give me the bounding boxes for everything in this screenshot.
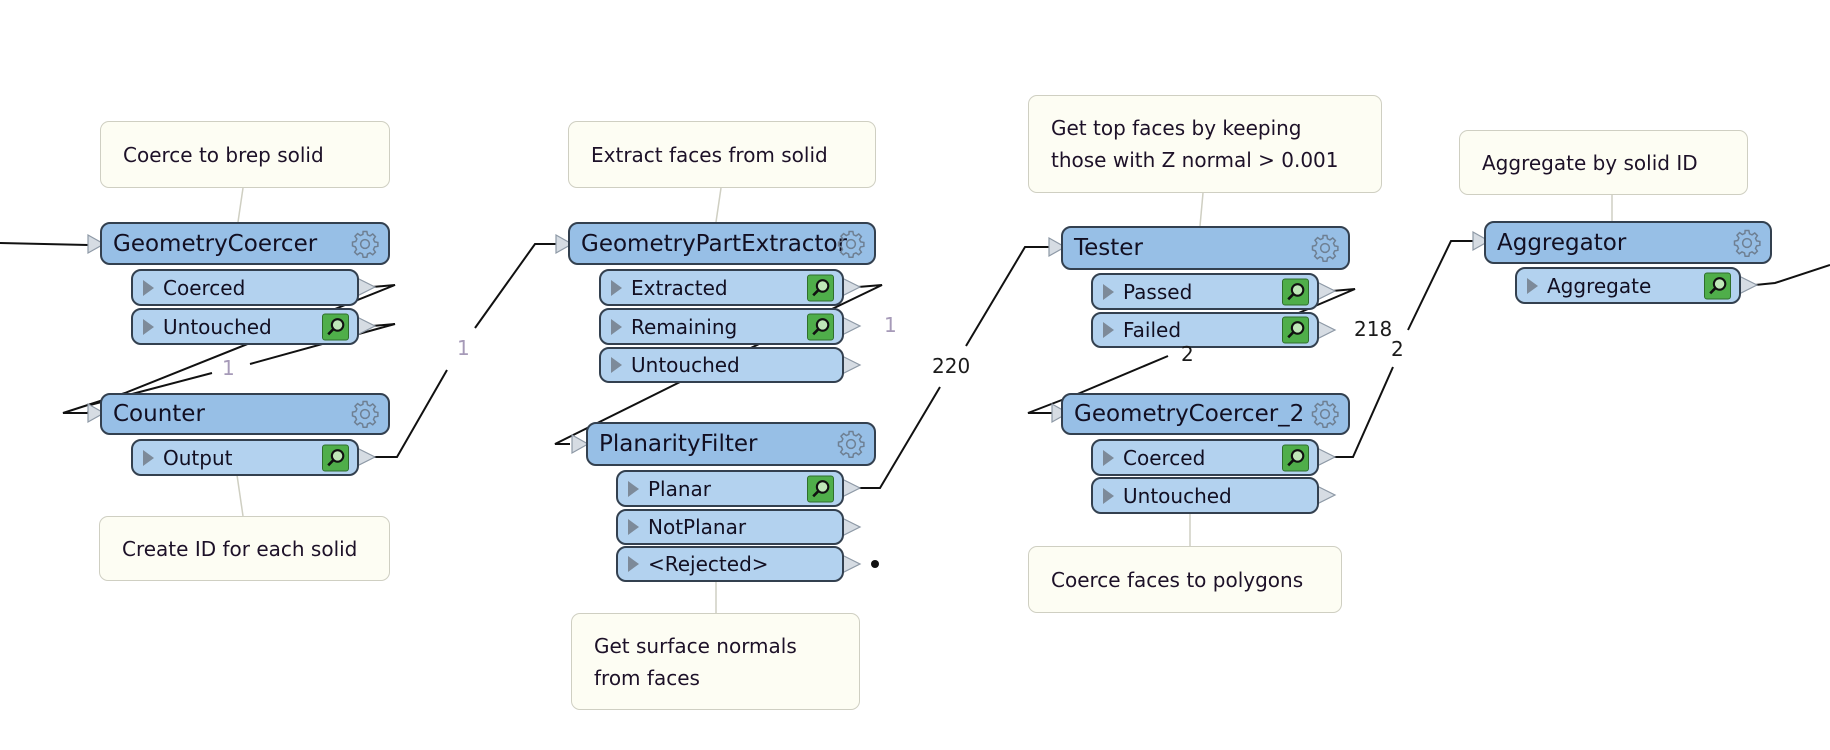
gear-icon[interactable]: [350, 399, 380, 429]
link-count-label: 218: [1354, 317, 1393, 341]
port-passed[interactable]: Passed: [1091, 273, 1319, 310]
expand-triangle-icon[interactable]: [143, 449, 154, 466]
inspect-magnifier-icon[interactable]: [322, 313, 349, 340]
link-count-label: 1: [884, 313, 897, 337]
link-count-label: 220: [932, 354, 971, 378]
inspect-magnifier-icon[interactable]: [1282, 278, 1309, 305]
gear-icon[interactable]: [1310, 233, 1340, 263]
port-untouched[interactable]: Untouched: [599, 347, 844, 383]
rejected-endpoint-dot: [871, 560, 879, 568]
output-port-icon: [841, 517, 862, 537]
transformer-tester[interactable]: Tester: [1061, 226, 1350, 270]
link-count-label: 1: [457, 336, 470, 360]
port-coerced[interactable]: Coerced: [131, 269, 359, 306]
transformer-name: Aggregator: [1497, 229, 1627, 256]
expand-triangle-icon[interactable]: [628, 480, 639, 497]
link-counter-to-gpe-2[interactable]: [474, 243, 556, 329]
port-notplanar[interactable]: NotPlanar: [616, 509, 844, 545]
output-port-icon: [841, 554, 862, 574]
port-planar[interactable]: Planar: [616, 470, 844, 507]
output-port-icon: [1738, 275, 1759, 295]
output-port-icon: [1316, 281, 1337, 301]
port-extracted[interactable]: Extracted: [599, 269, 844, 306]
transformer-name: Counter: [113, 401, 205, 427]
annotation-top-faces[interactable]: Get top faces by keeping those with Z no…: [1028, 95, 1382, 193]
expand-triangle-icon[interactable]: [1527, 277, 1538, 294]
output-port-icon: [841, 277, 862, 297]
link-count-label: 2: [1181, 342, 1194, 366]
annotation-surface-normals[interactable]: Get surface normals from faces: [571, 613, 860, 710]
output-port-icon: [1316, 320, 1337, 340]
transformer-counter[interactable]: Counter: [100, 393, 390, 435]
connection-lines: [0, 187, 1830, 613]
expand-triangle-icon[interactable]: [143, 318, 154, 335]
output-port-icon: [1316, 447, 1337, 467]
inspect-magnifier-icon[interactable]: [1282, 444, 1309, 471]
expand-triangle-icon[interactable]: [628, 556, 639, 572]
transformer-planarityfilter[interactable]: PlanarityFilter: [586, 422, 876, 466]
output-port-icon: [841, 478, 862, 498]
inspect-magnifier-icon[interactable]: [807, 313, 834, 340]
inspect-magnifier-icon[interactable]: [322, 444, 349, 471]
annotation-create-id[interactable]: Create ID for each solid: [99, 516, 390, 581]
gear-icon[interactable]: [836, 429, 866, 459]
output-port-icon: [841, 355, 862, 375]
port-rejected[interactable]: <Rejected>: [616, 546, 844, 582]
expand-triangle-icon[interactable]: [143, 279, 154, 296]
transformer-geometrycoercer[interactable]: GeometryCoercer: [100, 222, 390, 265]
port-aggregate[interactable]: Aggregate: [1515, 267, 1741, 304]
port-coerced[interactable]: Coerced: [1091, 439, 1319, 476]
port-untouched[interactable]: Untouched: [1091, 477, 1319, 514]
annotation-coerce-brep[interactable]: Coerce to brep solid: [100, 121, 390, 188]
transformer-name: GeometryCoercer: [113, 230, 318, 257]
port-failed[interactable]: Failed: [1091, 312, 1319, 348]
link-planar-to-tester-2[interactable]: [965, 246, 1049, 347]
expand-triangle-icon[interactable]: [611, 357, 622, 373]
expand-triangle-icon[interactable]: [1103, 449, 1114, 466]
expand-triangle-icon[interactable]: [628, 519, 639, 535]
gear-icon[interactable]: [1732, 228, 1762, 258]
transformer-name: GeometryPartExtractor: [581, 230, 847, 257]
link-aggregate-output[interactable]: [1754, 264, 1830, 286]
annotation-aggregate[interactable]: Aggregate by solid ID: [1459, 130, 1748, 195]
expand-triangle-icon[interactable]: [611, 318, 622, 335]
inspect-magnifier-icon[interactable]: [1282, 316, 1309, 344]
transformer-aggregator[interactable]: Aggregator: [1484, 221, 1772, 264]
output-port-icon: [841, 316, 862, 336]
port-untouched[interactable]: Untouched: [131, 308, 359, 345]
link-input-to-geometrycoercer[interactable]: [0, 242, 89, 246]
port-output[interactable]: Output: [131, 439, 359, 476]
inspect-magnifier-icon[interactable]: [807, 475, 834, 502]
transformer-name: Tester: [1074, 235, 1143, 261]
link-coercer2-to-aggregator-2[interactable]: [1407, 240, 1473, 331]
output-port-icon: [356, 447, 377, 467]
transformer-geometrycoercer-2[interactable]: GeometryCoercer_2: [1061, 393, 1350, 435]
transformer-geometrypartextractor[interactable]: GeometryPartExtractor: [568, 222, 876, 265]
annotation-extract-faces[interactable]: Extract faces from solid: [568, 121, 876, 188]
expand-triangle-icon[interactable]: [1103, 283, 1114, 300]
annotation-coerce-polygons[interactable]: Coerce faces to polygons: [1028, 546, 1342, 613]
output-port-icon: [1316, 485, 1337, 505]
expand-triangle-icon[interactable]: [1103, 322, 1114, 338]
port-remaining[interactable]: Remaining: [599, 308, 844, 345]
transformer-name: PlanarityFilter: [599, 431, 758, 457]
gear-icon[interactable]: [1310, 399, 1340, 429]
inspect-magnifier-icon[interactable]: [1704, 272, 1731, 299]
gear-icon[interactable]: [350, 229, 380, 259]
transformer-name: GeometryCoercer_2: [1074, 401, 1305, 427]
gear-icon[interactable]: [836, 229, 866, 259]
expand-triangle-icon[interactable]: [611, 279, 622, 296]
link-count-label: 2: [1391, 337, 1404, 361]
link-count-label: 1: [222, 356, 235, 380]
inspect-magnifier-icon[interactable]: [807, 274, 834, 301]
expand-triangle-icon[interactable]: [1103, 487, 1114, 504]
